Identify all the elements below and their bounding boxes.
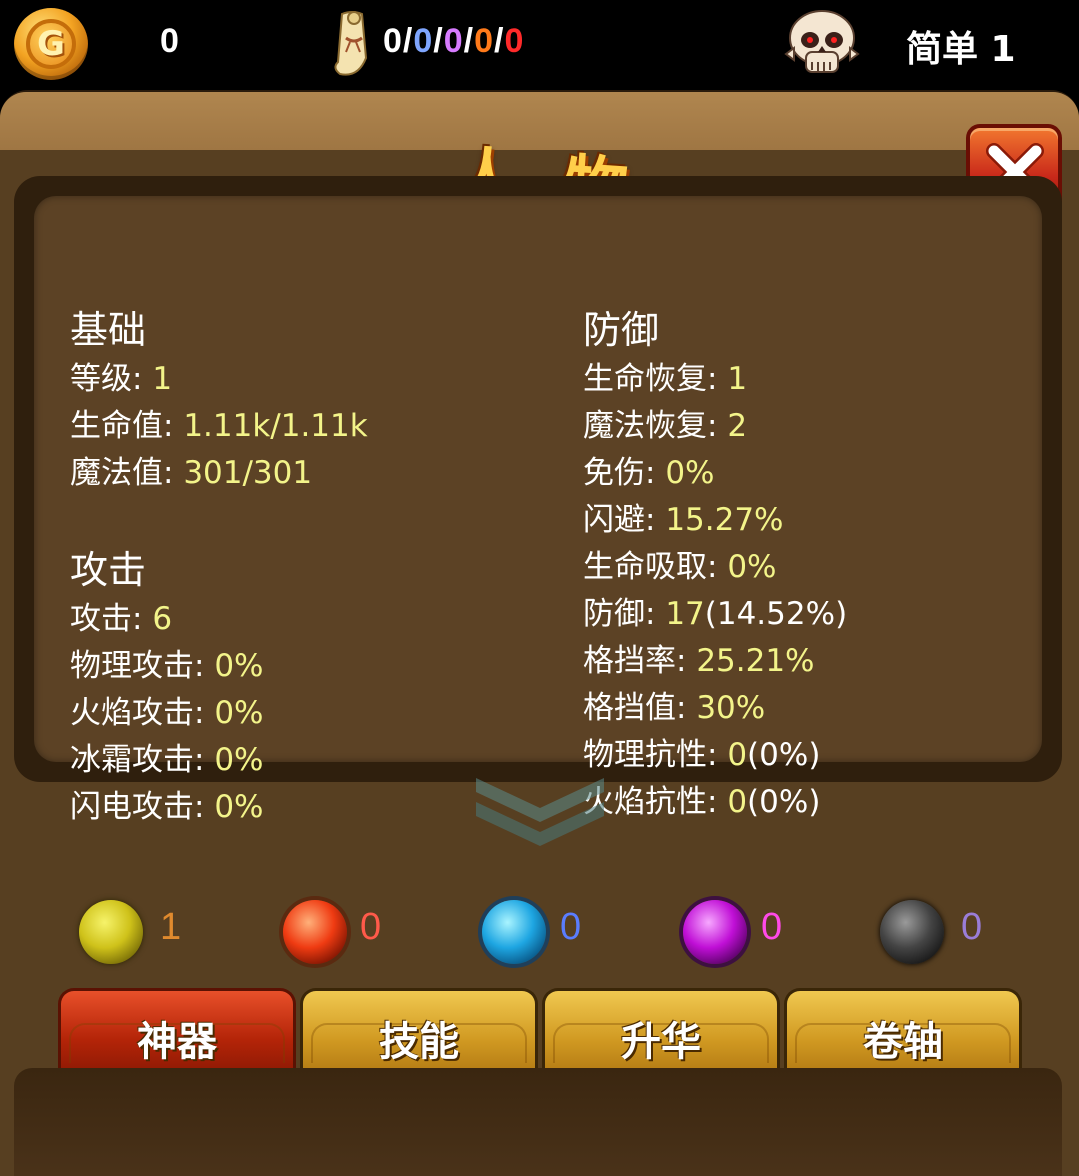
key-counters: 0/0/0/0/0 <box>383 22 524 61</box>
gold-coin-icon: G <box>14 8 88 80</box>
key-count-blue: 0 <box>413 22 434 60</box>
key-count-white: 0 <box>383 22 403 60</box>
stat-suffix: (14.52%) <box>704 596 848 632</box>
stat-value: 0 <box>727 737 748 773</box>
stat-row-level: 等级: 1 <box>70 356 368 403</box>
top-status-bar: G 0 0/0/0/0/0 简单 1 <box>0 0 1079 90</box>
stat-row-fire-attack: 火焰攻击: 0% <box>70 690 368 737</box>
stat-label: 火焰攻击: <box>70 695 215 731</box>
stat-row-hp: 生命值: 1.11k/1.11k <box>70 403 368 450</box>
stat-suffix: (0%) <box>747 737 821 773</box>
key-count-orange: 0 <box>474 22 495 60</box>
stat-label: 魔法恢复: <box>583 408 728 444</box>
stat-value: 0 <box>727 784 748 820</box>
gold-amount: 0 <box>160 22 179 60</box>
key-separator: / <box>433 22 444 60</box>
stat-suffix: (0%) <box>747 784 821 820</box>
yellow-orb-count: 1 <box>160 906 182 948</box>
stat-row-life-steal: 生命吸取: 0% <box>583 544 847 591</box>
skull-icon <box>784 10 860 73</box>
stat-row-dodge: 闪避: 15.27% <box>583 497 847 544</box>
tab-label: 技能 <box>379 1019 459 1065</box>
stat-row-block-value: 格挡值: 30% <box>583 685 847 732</box>
stat-value: 2 <box>727 408 748 444</box>
stat-value: 0% <box>214 648 264 684</box>
yellow-orb-icon <box>79 900 143 964</box>
stat-label: 攻击: <box>70 601 153 637</box>
stat-label: 免伤: <box>583 455 666 491</box>
stat-value: 1.11k/1.11k <box>183 408 368 444</box>
stat-row-mp: 魔法值: 301/301 <box>70 450 368 497</box>
stats-left-column: 基础 等级: 1 生命值: 1.11k/1.11k 魔法值: 301/301 攻… <box>70 305 368 831</box>
stat-label: 格挡值: <box>583 690 697 726</box>
stat-row-damage-reduction: 免伤: 0% <box>583 450 847 497</box>
stat-label: 生命值: <box>70 408 184 444</box>
stat-label: 闪电攻击: <box>70 789 215 825</box>
stat-row-fire-resist: 火焰抗性: 0(0%) <box>583 779 847 826</box>
stat-label: 物理攻击: <box>70 648 215 684</box>
difficulty-label: 简单 1 <box>906 29 1016 70</box>
stats-right-column: 防御 生命恢复: 1 魔法恢复: 2 免伤: 0% 闪避: 15.27% 生命吸… <box>583 305 847 826</box>
gold-coin-letter: G <box>26 19 76 69</box>
stat-value: 30% <box>696 690 766 726</box>
stat-value: 301/301 <box>183 455 313 491</box>
stat-label: 格挡率: <box>583 643 697 679</box>
tab-label: 升华 <box>621 1019 701 1065</box>
tab-scroll[interactable]: 卷轴 <box>784 988 1022 1072</box>
stat-label: 生命吸取: <box>583 549 728 585</box>
tab-label: 神器 <box>137 1019 217 1065</box>
key-count-purple: 0 <box>443 22 464 60</box>
stat-value: 0% <box>727 549 777 585</box>
stat-value: 0% <box>665 455 715 491</box>
stat-label: 冰霜攻击: <box>70 742 215 778</box>
stat-value: 25.21% <box>696 643 815 679</box>
stat-row-lightning-attack: 闪电攻击: 0% <box>70 784 368 831</box>
stat-row-attack: 攻击: 6 <box>70 596 368 643</box>
red-orb-count: 0 <box>360 906 382 948</box>
tab-sublimate[interactable]: 升华 <box>542 988 780 1072</box>
section-heading-defense: 防御 <box>583 308 660 352</box>
scroll-icon <box>334 11 368 76</box>
key-separator: / <box>402 22 414 60</box>
stat-row-hp-regen: 生命恢复: 1 <box>583 356 847 403</box>
stat-value: 1 <box>152 361 173 397</box>
stat-label: 等级: <box>70 361 153 397</box>
tab-content-area[interactable] <box>14 1068 1062 1176</box>
purple-orb-count: 0 <box>761 906 783 948</box>
black-orb-count: 0 <box>961 906 983 948</box>
section-heading-attack: 攻击 <box>70 548 147 592</box>
stat-value: 15.27% <box>665 502 784 538</box>
key-separator: / <box>494 22 505 60</box>
stat-label: 物理抗性: <box>583 737 728 773</box>
stat-value: 0% <box>214 789 264 825</box>
scroll-down-chevron-icon[interactable] <box>470 770 610 850</box>
key-count-red: 0 <box>504 22 525 60</box>
blue-orb-count: 0 <box>560 906 582 948</box>
stat-row-block-rate: 格挡率: 25.21% <box>583 638 847 685</box>
stat-row-mp-regen: 魔法恢复: 2 <box>583 403 847 450</box>
black-orb-icon <box>880 900 944 964</box>
stat-row-physical-attack: 物理攻击: 0% <box>70 643 368 690</box>
stat-row-defense: 防御: 17(14.52%) <box>583 591 847 638</box>
stat-label: 防御: <box>583 596 666 632</box>
red-orb-icon <box>283 900 347 964</box>
section-heading-basic: 基础 <box>70 308 147 352</box>
blue-orb-icon <box>482 900 546 964</box>
stat-label: 魔法值: <box>70 455 184 491</box>
stat-value: 6 <box>152 601 173 637</box>
stat-value: 0% <box>214 695 264 731</box>
tab-label: 卷轴 <box>863 1019 943 1065</box>
stat-value: 17 <box>665 596 705 632</box>
stat-label: 生命恢复: <box>583 361 728 397</box>
stat-row-frost-attack: 冰霜攻击: 0% <box>70 737 368 784</box>
tab-artifact[interactable]: 神器 <box>58 988 296 1072</box>
key-separator: / <box>463 22 475 60</box>
purple-orb-icon <box>683 900 747 964</box>
stat-label: 闪避: <box>583 502 666 538</box>
stat-row-physical-resist: 物理抗性: 0(0%) <box>583 732 847 779</box>
stat-value: 1 <box>727 361 748 397</box>
tab-skill[interactable]: 技能 <box>300 988 538 1072</box>
stat-value: 0% <box>214 742 264 778</box>
